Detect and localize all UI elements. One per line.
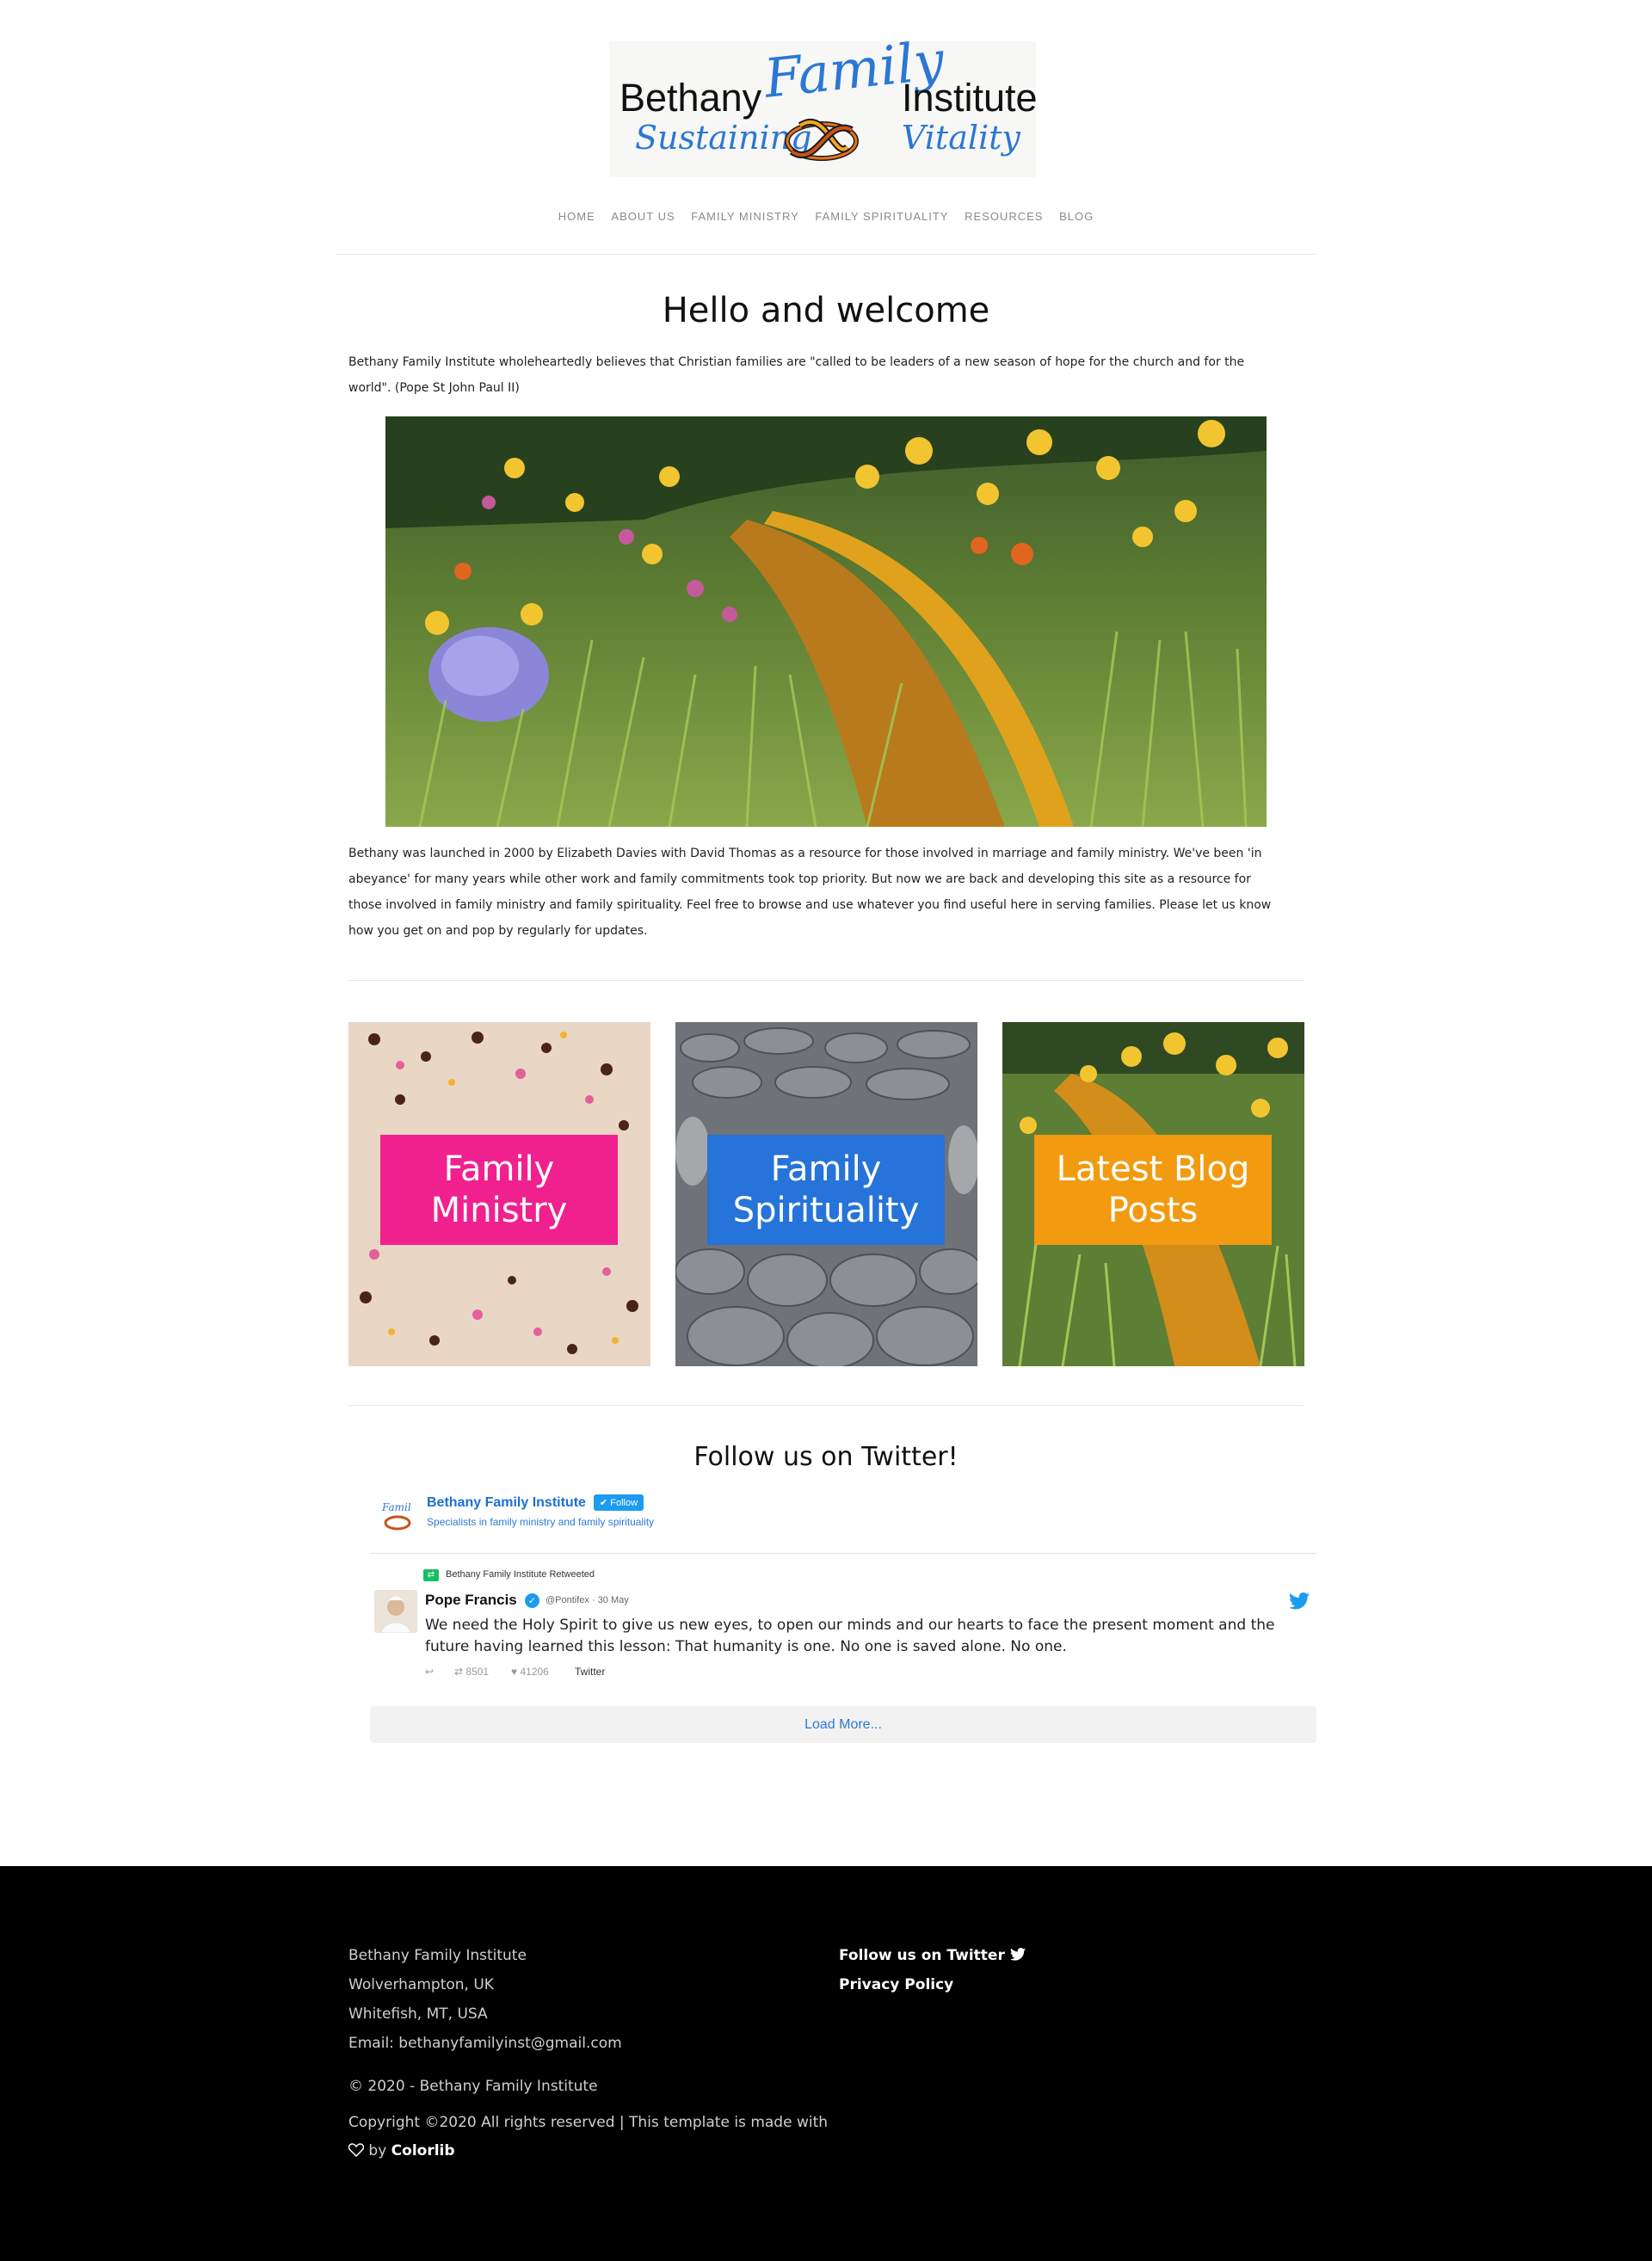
intro-line: world". (Pope St John Paul II) [348,381,520,395]
heart-icon [348,2143,364,2157]
like-action[interactable]: ♥ 41206 [511,1666,549,1678]
nav-item-family-ministry[interactable]: FAMILY MINISTRY [691,210,799,223]
twitter-bird-icon: ✔ [600,1498,611,1508]
intro-text: Bethany Family Institute wholeheartedly … [348,349,1304,401]
twitter-heading: Follow us on Twitter! [693,1442,959,1472]
about-line: abeyance' for many years while other wor… [348,872,1251,886]
footer-privacy-policy[interactable]: Privacy Policy [839,1976,953,1993]
card-family-spirituality[interactable]: Family Spirituality [675,1022,977,1366]
colorlib-link[interactable]: Colorlib [391,2142,455,2159]
card-label-line: Spirituality [732,1191,920,1230]
nav-item-family-spirituality[interactable]: FAMILY SPIRITUALITY [815,210,948,223]
logo-word-vitality: Vitality [902,119,1020,157]
main-nav: HOME ABOUT US FAMILY MINISTRY FAMILY SPI… [0,210,1652,223]
retweeted-by: Bethany Family Institute Retweeted [446,1569,595,1580]
pope-avatar[interactable] [374,1590,417,1633]
card-family-ministry[interactable]: Family Ministry [348,1022,650,1366]
svg-text:Famil: Famil [381,1501,411,1513]
footer-template-credit: Copyright ©2020 All rights reserved | Th… [348,2114,829,2131]
garden-hero-image [385,416,1267,827]
load-more-button[interactable]: Load More... [370,1706,1316,1743]
intro-line: Bethany Family Institute wholeheartedly … [348,355,1245,369]
footer-by: by [368,2142,387,2159]
follow-button[interactable]: ✔ Follow [594,1494,644,1511]
logo-word-bethany: Bethany [620,76,762,120]
footer-location: Wolverhampton, UK [348,1976,494,1993]
card-label: Family Ministry [380,1135,618,1245]
twitter-timeline: Famil Bethany Family Institute ✔ Follow … [370,1487,1316,1685]
card-label-line: Posts [1107,1191,1199,1230]
nav-item-resources[interactable]: RESOURCES [965,210,1043,223]
card-latest-blog-posts[interactable]: Latest Blog Posts [1002,1022,1304,1366]
card-label-line: Family [770,1149,882,1189]
account-avatar[interactable]: Famil [379,1495,416,1533]
footer-email[interactable]: Email: bethanyfamilyinst@gmail.com [348,2035,622,2052]
like-count: 41206 [520,1666,549,1678]
tweet-author[interactable]: Pope Francis [425,1592,517,1609]
about-line: those involved in family ministry and fa… [348,898,1272,912]
retweet-count: 8501 [465,1666,490,1678]
footer-follow-twitter[interactable]: Follow us on Twitter [839,1947,1026,1964]
follow-label: Follow [610,1498,638,1508]
about-line: how you get on and pop by regularly for … [348,924,648,938]
about-text: Bethany was launched in 2000 by Elizabet… [348,841,1304,944]
tweet-source[interactable]: Twitter [575,1666,605,1678]
tweet-text: We need the Holy Spirit to give us new e… [425,1617,1275,1655]
page-title: Hello and welcome [662,291,990,330]
card-label: Latest Blog Posts [1034,1135,1272,1245]
timeline-divider [370,1553,1316,1554]
card-label-line: Latest Blog [1056,1149,1250,1189]
card-label-line: Ministry [430,1191,568,1230]
heart-icon: ♥ [511,1666,521,1678]
knot-icon [785,119,859,161]
retweet-action[interactable]: ⇄ 8501 [454,1666,489,1678]
site-logo[interactable]: Bethany Family Institute Sustaining Vita… [609,28,1038,177]
footer-location: Whitefish, MT, USA [348,2005,488,2023]
footer-credit-line: by Colorlib [348,2142,455,2159]
nav-item-blog[interactable]: BLOG [1059,210,1094,223]
logo-word-institute: Institute [902,76,1038,120]
footer-org: Bethany Family Institute [348,1947,527,1964]
header-divider [336,254,1316,255]
card-label-line: Family [443,1149,555,1189]
site-footer: Bethany Family Institute Wolverhampton, … [0,1866,1652,2261]
tweet-handle[interactable]: @Pontifex · 30 May [546,1595,629,1605]
twitter-bird-icon[interactable] [1289,1592,1310,1611]
content-divider [348,980,1304,981]
footer-follow-label: Follow us on Twitter [839,1947,1005,1964]
reply-icon[interactable]: ↩ [425,1666,434,1678]
about-line: Bethany was launched in 2000 by Elizabet… [348,847,1262,860]
verified-icon: ✓ [525,1593,539,1608]
retweet-icon: ⇄ [423,1569,439,1581]
page: Bethany Family Institute Sustaining Vita… [0,0,1652,2261]
account-description: Specialists in family ministry and famil… [427,1516,655,1528]
retweet-icon: ⇄ [454,1666,466,1678]
nav-item-home[interactable]: HOME [558,210,595,223]
account-name[interactable]: Bethany Family Institute [427,1495,586,1511]
footer-copyright: © 2020 - Bethany Family Institute [348,2078,598,2095]
cards-divider [348,1405,1304,1406]
twitter-bird-icon [1009,1948,1026,1961]
nav-item-about-us[interactable]: ABOUT US [611,210,675,223]
card-label: Family Spirituality [707,1135,945,1245]
